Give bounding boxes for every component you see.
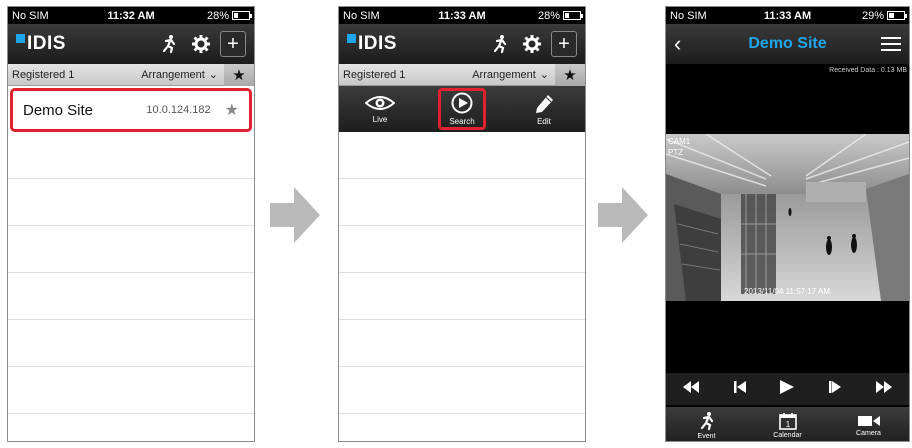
app-header: IDIS + — [8, 24, 254, 64]
stage: No SIM 11:32 AM 28% IDIS + Registered 1 … — [0, 0, 912, 448]
phone-site-list: No SIM 11:32 AM 28% IDIS + Registered 1 … — [7, 6, 255, 442]
empty-row — [339, 367, 585, 414]
back-chevron-icon[interactable]: ‹ — [674, 31, 704, 57]
video-camera-icon — [857, 415, 880, 426]
camera-name-label: CAM1 — [668, 137, 691, 146]
site-name: Demo Site — [23, 101, 94, 119]
video-timestamp: 2013/11/04 11:57:17 AM — [744, 287, 830, 296]
station-scene-image — [666, 134, 909, 301]
camera-video-frame[interactable]: CAM1 PTZ 2013/11/04 11:57:17 AM — [666, 134, 909, 301]
fast-forward-icon[interactable] — [875, 380, 892, 398]
site-action-bar: Live Search Edit — [339, 86, 585, 132]
page-title: Demo Site — [748, 35, 827, 52]
site-ip: 10.0.124.182 — [146, 104, 211, 116]
next-step-arrow-icon — [270, 187, 320, 243]
tab-calendar[interactable]: 1 Calendar — [760, 412, 815, 439]
empty-row — [8, 367, 254, 414]
battery-percent: 28% — [206, 9, 229, 22]
eye-icon — [365, 96, 395, 110]
event-runner-icon[interactable] — [487, 31, 513, 57]
live-button[interactable]: Live — [356, 88, 404, 130]
chevron-down-icon: ⌄ — [539, 69, 549, 81]
event-runner-icon — [700, 411, 713, 430]
step-back-icon[interactable] — [733, 380, 746, 398]
add-site-button[interactable]: + — [220, 31, 246, 57]
list-toolbar: Registered 1 Arrangement ⌄ ★ — [8, 63, 254, 86]
fast-rewind-icon[interactable] — [683, 380, 700, 398]
registered-count: Registered 1 — [343, 68, 406, 81]
status-bar: No SIM 11:33 AM 28% — [339, 7, 585, 24]
app-header: IDIS + — [339, 24, 585, 64]
empty-row — [339, 132, 585, 179]
settings-gear-icon[interactable] — [188, 31, 214, 57]
search-button[interactable]: Search — [438, 88, 486, 130]
empty-row — [8, 132, 254, 179]
arrangement-dropdown[interactable]: Arrangement ⌄ — [472, 68, 555, 82]
carrier-label: No SIM — [343, 9, 380, 22]
edit-button[interactable]: Edit — [520, 88, 568, 130]
site-favorite-star-icon[interactable]: ★ — [225, 100, 239, 120]
empty-row — [339, 320, 585, 367]
battery-icon — [232, 11, 252, 20]
add-site-button[interactable]: + — [551, 31, 577, 57]
empty-row — [8, 320, 254, 367]
play-icon[interactable] — [780, 379, 795, 399]
pencil-icon — [536, 95, 553, 113]
received-data-label: Received Data : 0.13 MB — [829, 67, 907, 74]
favorites-star-icon[interactable]: ★ — [224, 63, 254, 86]
carrier-label: No SIM — [670, 9, 707, 22]
battery-icon — [563, 11, 583, 20]
empty-row — [8, 226, 254, 273]
favorites-star-icon[interactable]: ★ — [555, 63, 585, 86]
event-runner-icon[interactable] — [156, 31, 182, 57]
carrier-label: No SIM — [12, 9, 49, 22]
status-bar: No SIM 11:33 AM 29% — [666, 7, 909, 24]
playback-header: ‹ Demo Site — [666, 24, 909, 64]
next-step-arrow-icon — [598, 187, 648, 243]
settings-gear-icon[interactable] — [519, 31, 545, 57]
playback-controls — [666, 373, 909, 405]
battery-percent: 28% — [537, 9, 560, 22]
idis-logo: IDIS — [347, 33, 481, 55]
phone-playback: No SIM 11:33 AM 29% ‹ Demo Site Received… — [665, 6, 910, 442]
calendar-icon: 1 — [778, 412, 797, 430]
status-bar: No SIM 11:32 AM 28% — [8, 7, 254, 24]
empty-row — [339, 179, 585, 226]
ptz-label: PTZ — [668, 148, 684, 157]
play-circle-icon — [451, 92, 473, 114]
empty-row — [339, 273, 585, 320]
list-toolbar: Registered 1 Arrangement ⌄ ★ — [339, 63, 585, 86]
tab-event[interactable]: Event — [679, 411, 734, 440]
svg-text:1: 1 — [785, 420, 790, 429]
playback-tab-bar: Event 1 Calendar Camera — [666, 407, 909, 441]
arrangement-dropdown[interactable]: Arrangement ⌄ — [141, 68, 224, 82]
idis-logo: IDIS — [16, 33, 150, 55]
battery-percent: 29% — [861, 9, 884, 22]
battery-icon — [887, 11, 907, 20]
hamburger-menu-icon[interactable] — [871, 37, 901, 51]
site-row-demo[interactable]: Demo Site 10.0.124.182 ★ — [10, 88, 252, 132]
chevron-down-icon: ⌄ — [208, 69, 218, 81]
step-forward-icon[interactable] — [829, 380, 842, 398]
phone-site-actions: No SIM 11:33 AM 28% IDIS + Registered 1 … — [338, 6, 586, 442]
empty-row — [8, 179, 254, 226]
empty-row — [339, 226, 585, 273]
registered-count: Registered 1 — [12, 68, 75, 81]
tab-camera[interactable]: Camera — [841, 414, 896, 437]
empty-row — [8, 273, 254, 320]
